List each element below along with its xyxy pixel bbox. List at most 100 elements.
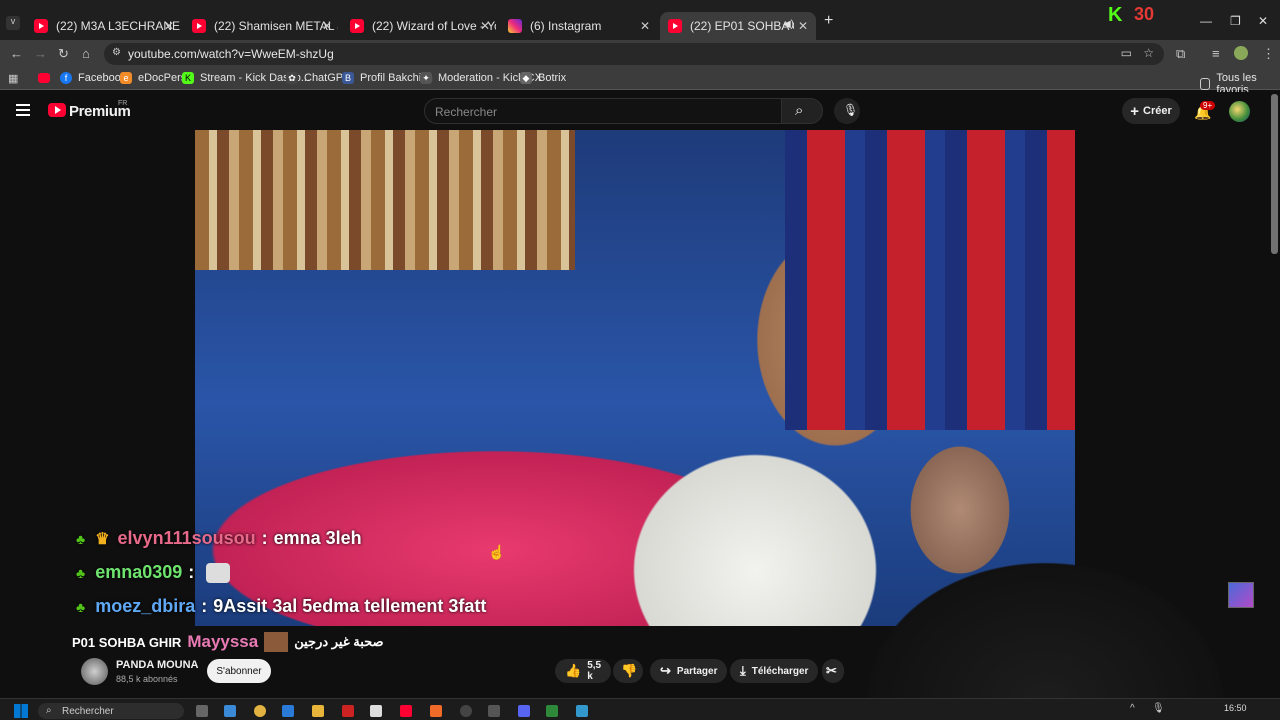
store-icon[interactable]: [282, 705, 294, 717]
address-bar-row: ← → ↻ ⌂ ⚙ youtube.com/watch?v=WweEM-shzU…: [0, 40, 1280, 68]
discord-icon[interactable]: [518, 705, 530, 717]
app-icon[interactable]: [488, 705, 500, 717]
page-scrollbar[interactable]: [1271, 94, 1278, 254]
app-icon[interactable]: [430, 705, 442, 717]
maximize-icon[interactable]: ❐: [1230, 14, 1241, 28]
site-info-icon[interactable]: ⚙: [112, 47, 121, 58]
close-tab-icon[interactable]: ✕: [164, 19, 174, 33]
youtube-header: Premium FR Rechercher ⌕ 🎙 + Créer 🔔 9+: [0, 92, 1280, 130]
video-bookshelf-scene: [195, 130, 575, 270]
chat-message: ♣ emna0309 :: [76, 562, 231, 583]
voice-search-button[interactable]: 🎙: [834, 98, 860, 124]
like-button[interactable]: 👍 5,5 k: [555, 659, 611, 683]
reload-icon[interactable]: ↻: [58, 46, 69, 62]
app-icon[interactable]: [546, 705, 558, 717]
thumbs-up-icon: 👍: [565, 663, 582, 678]
alert-name: Mayyssa: [187, 632, 259, 651]
media-icon[interactable]: ≡: [1212, 46, 1220, 61]
tab-1[interactable]: (22) Shamisen METAL Japanese✕: [184, 12, 340, 40]
window-close-icon[interactable]: ✕: [1258, 14, 1268, 28]
tab-0[interactable]: (22) M3A L3ECHRANE (Red Tap✕: [26, 12, 182, 40]
video-curtain-scene: [785, 130, 1075, 430]
url-field[interactable]: ⚙ youtube.com/watch?v=WweEM-shzUg ▭ ☆: [104, 43, 1164, 65]
back-icon[interactable]: ←: [10, 46, 23, 61]
share-icon: ↪: [660, 663, 671, 678]
bookmark-chatgpt[interactable]: ✿ ChatGPT: [286, 72, 350, 84]
search-icon: ⌕: [795, 102, 804, 119]
bookmark-botrix[interactable]: ◆ Botrix: [520, 72, 566, 84]
taskbar-clock[interactable]: 16:50: [1224, 703, 1247, 713]
cat-emoji-icon: [206, 562, 231, 583]
bookmark-facebook[interactable]: f Facebook: [60, 72, 126, 84]
chrome-icon[interactable]: [254, 705, 266, 717]
search-button[interactable]: ⌕: [781, 98, 823, 124]
search-input[interactable]: Rechercher: [424, 98, 782, 124]
tray-chevron-icon[interactable]: ^: [1130, 703, 1135, 714]
tab-4-active[interactable]: (22) EP01 SOHBA GHIR DAR◀)✕: [660, 12, 816, 40]
channel-name[interactable]: PANDA MOUNA: [116, 659, 199, 671]
clip-button[interactable]: ✂: [822, 659, 844, 683]
bakchich-icon: B: [342, 72, 354, 84]
mic-tray-icon[interactable]: 🎙: [1152, 703, 1165, 714]
folder-icon: [1200, 78, 1211, 90]
taskbar-search[interactable]: ⌕ Rechercher: [38, 703, 184, 719]
leaf-badge-icon: ♣: [76, 598, 86, 615]
close-tab-icon[interactable]: ✕: [640, 19, 650, 33]
youtube-taskbar-icon[interactable]: [400, 705, 412, 717]
menu-hamburger-icon[interactable]: [16, 104, 30, 116]
install-icon[interactable]: ▭: [1121, 46, 1132, 60]
menu-icon[interactable]: ⋮: [1262, 46, 1275, 62]
dislike-button[interactable]: 👎: [613, 659, 643, 683]
windows-start-icon[interactable]: [14, 704, 28, 718]
audio-icon[interactable]: ◀): [783, 19, 794, 30]
home-icon[interactable]: ⌂: [82, 46, 90, 61]
app-icon[interactable]: [576, 705, 588, 717]
bookmarks-bar: ▦ f Facebook e eDocPerso K Stream - Kick Da…: [0, 68, 1280, 96]
new-tab-button[interactable]: +: [824, 12, 833, 30]
copilot-icon[interactable]: [224, 705, 236, 717]
apps-icon[interactable]: ▦: [8, 72, 18, 85]
app-icon[interactable]: [370, 705, 382, 717]
explorer-icon[interactable]: [312, 705, 324, 717]
close-tab-icon[interactable]: ✕: [798, 19, 808, 33]
chat-separator: :: [188, 562, 195, 582]
mini-thumbnail[interactable]: [1228, 582, 1254, 608]
profile-icon[interactable]: [1234, 46, 1248, 60]
app-icon[interactable]: [460, 705, 472, 717]
close-tab-icon[interactable]: ✕: [480, 19, 490, 33]
download-button[interactable]: ⤓ Télécharger: [730, 659, 819, 683]
chat-username: emna0309: [95, 562, 183, 582]
url-text: youtube.com/watch?v=WweEM-shzUg: [128, 47, 334, 61]
account-avatar[interactable]: [1229, 101, 1250, 122]
botrix-icon: ◆: [520, 72, 532, 84]
taskbar-search-icon: ⌕: [46, 705, 52, 716]
taskview-icon[interactable]: [196, 705, 208, 717]
star-icon[interactable]: ☆: [1143, 46, 1154, 60]
forward-icon[interactable]: →: [34, 46, 47, 61]
app-icon[interactable]: [342, 705, 354, 717]
chat-username: elvyn111sousou: [117, 528, 256, 548]
minimize-icon[interactable]: —: [1200, 14, 1212, 28]
youtube-icon: [192, 19, 206, 33]
create-button[interactable]: + Créer: [1122, 98, 1180, 124]
notification-badge: 9+: [1200, 101, 1216, 110]
tab-3[interactable]: (6) Instagram ✕: [500, 12, 658, 40]
chat-separator: :: [201, 596, 208, 616]
channel-avatar[interactable]: [81, 658, 108, 685]
youtube-icon: [350, 19, 364, 33]
youtube-logo-icon[interactable]: [48, 103, 66, 117]
kick-logo: K: [1108, 4, 1123, 26]
chatgpt-icon: ✿: [286, 72, 298, 84]
youtube-bookmark-icon[interactable]: [38, 73, 50, 83]
download-icon: ⤓: [740, 663, 746, 678]
close-tab-icon[interactable]: ✕: [322, 19, 332, 33]
moderation-icon: ✦: [420, 72, 432, 84]
tab-2[interactable]: (22) Wizard of Love - YouTube✕: [342, 12, 498, 40]
tab-list-icon[interactable]: v: [6, 16, 20, 30]
extensions-icon[interactable]: ⧉: [1176, 46, 1185, 62]
subscribe-button[interactable]: S'abonner: [207, 659, 271, 683]
kick-viewer-count: 30: [1134, 4, 1155, 24]
share-button[interactable]: ↪ Partager: [650, 659, 728, 683]
thumbs-down-icon: 👎: [621, 663, 638, 678]
title-left-text: P01 SOHBA GHIR: [72, 634, 182, 650]
